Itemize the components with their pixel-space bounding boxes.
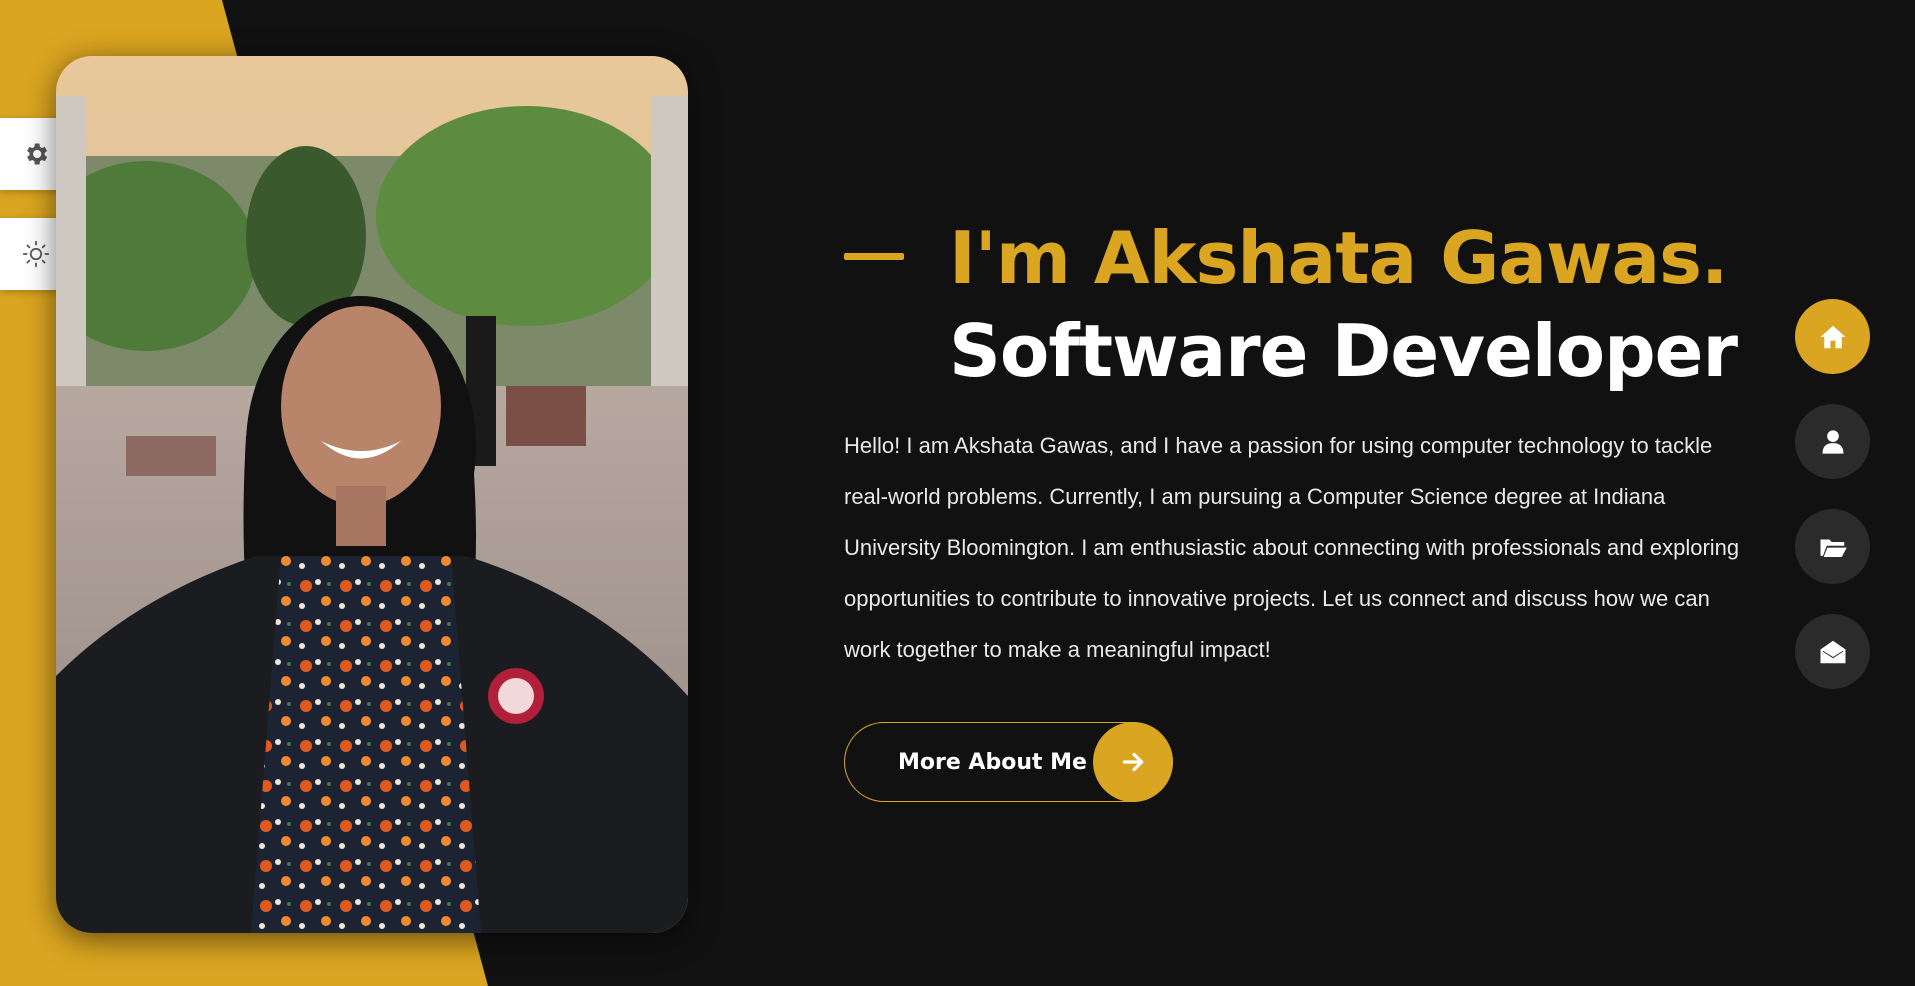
arrow-right-icon (1122, 752, 1144, 772)
user-icon (1822, 429, 1843, 454)
nav-about-button[interactable] (1795, 404, 1870, 479)
hero-name: I'm Akshata Gawas. (949, 216, 1728, 300)
envelope-open-icon (1820, 640, 1845, 663)
more-about-me-label: More About Me (898, 749, 1087, 775)
folder-open-icon (1820, 539, 1847, 557)
more-about-me-button[interactable]: More About Me (844, 722, 1173, 802)
gear-icon (26, 143, 47, 165)
heading-accent-line (844, 253, 904, 260)
hero-intro: Hello! I am Akshata Gawas, and I have a … (844, 433, 1740, 662)
hero-heading: I'm Akshata Gawas. Software Developer (949, 212, 1738, 398)
nav-portfolio-button[interactable] (1795, 509, 1870, 584)
nav-home-button[interactable] (1795, 299, 1870, 374)
hero-role: Software Developer (949, 309, 1738, 393)
arrow-circle (1093, 722, 1173, 802)
profile-photo (56, 56, 688, 933)
sun-icon (22, 240, 49, 268)
nav-contact-button[interactable] (1795, 614, 1870, 689)
home-icon (1820, 325, 1845, 348)
